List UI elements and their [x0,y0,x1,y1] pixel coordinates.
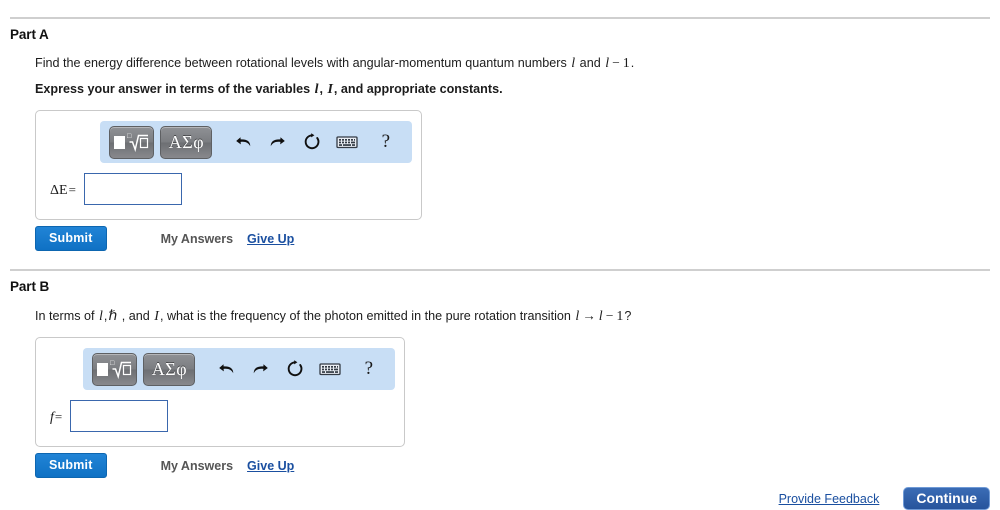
help-label: ? [381,131,391,152]
svg-text:□: □ [110,359,115,367]
part-a-give-up-link[interactable]: Give Up [247,232,294,246]
divider-top [10,17,990,19]
footer: Provide Feedback Continue [779,487,990,510]
continue-button[interactable]: Continue [903,487,990,510]
part-b-submit-button[interactable]: Submit [35,453,107,478]
reset-icon[interactable] [298,128,326,156]
placeholder-square-icon [114,135,126,149]
redo-arrow-glyph [271,136,286,146]
part-a-question-end: . [630,56,635,70]
part-b-one: 1 [616,309,624,324]
greek-letters-button[interactable]: ΑΣφ [160,125,213,159]
part-b-question-text: In terms of l,ℏ , and I, what is the fre… [35,308,631,325]
greek-letters-label: ΑΣφ [168,131,205,152]
part-a-answer-input[interactable] [83,173,182,205]
undo-icon[interactable] [229,128,257,156]
nth-root-glyph: □ [127,132,149,153]
math-template-icon[interactable]: □ [92,352,138,386]
part-a-heading: Part A [10,27,49,42]
part-a-delta-e: ΔE [50,183,68,198]
redo-icon[interactable] [264,128,292,156]
help-icon[interactable]: ? [355,355,383,383]
part-a-instruction-var-I: I [327,82,333,97]
part-b-answer-box: □ ΑΣφ ? f= [35,337,405,447]
part-b-question-pre: In terms of [35,309,98,323]
part-a-my-answers-link[interactable]: My Answers [161,232,233,246]
placeholder-square-icon [97,362,109,376]
part-a-minus: − [612,55,620,70]
part-a-question-pre: Find the energy difference between rotat… [35,56,571,70]
radical-icon: □ [114,131,149,153]
part-b-give-up-link[interactable]: Give Up [247,459,294,473]
part-b-heading: Part B [10,279,50,294]
keyboard-glyph [318,363,341,376]
part-b-arrow: → [582,308,596,323]
part-b-var-hbar: ℏ [108,309,118,324]
undo-icon[interactable] [212,355,240,383]
part-b-var-I: I [154,309,159,324]
math-template-icon[interactable]: □ [109,125,155,159]
part-a-instruction-end: , and appropriate constants. [333,82,503,96]
part-a-equals: = [68,182,76,197]
greek-letters-label: ΑΣφ [151,358,188,379]
part-a-submit-row: Submit My Answers Give Up [35,226,294,251]
part-b-math-toolbar: □ ΑΣφ ? [83,348,395,390]
keyboard-icon[interactable] [332,128,360,156]
undo-arrow-glyph [219,363,234,373]
part-b-variable-label: f= [49,406,62,426]
part-a-one: 1 [622,56,630,71]
part-a-question-text: Find the energy difference between rotat… [35,55,634,72]
part-b-submit-row: Submit My Answers Give Up [35,453,294,478]
part-b-field-row: f= [49,400,169,432]
part-b-minus: − [605,308,614,323]
part-a-question-mid: and [576,56,605,70]
part-b-my-answers-link[interactable]: My Answers [161,459,233,473]
reset-icon[interactable] [281,355,309,383]
help-icon[interactable]: ? [372,128,400,156]
reset-circular-arrow-glyph [287,360,303,377]
keyboard-icon[interactable] [315,355,343,383]
part-a-field-row: ΔE= [49,173,182,205]
divider-middle [10,269,990,271]
greek-letters-button[interactable]: ΑΣφ [143,352,196,386]
reset-circular-arrow-glyph [304,133,320,150]
nth-root-glyph: □ [110,359,132,380]
radical-icon: □ [97,358,132,380]
part-b-answer-input[interactable] [70,400,169,432]
part-b-question-mid: , and [118,309,154,323]
part-a-answer-box: □ ΑΣφ ? ΔE= [35,110,422,220]
part-a-submit-button[interactable]: Submit [35,226,107,251]
part-a-math-toolbar: □ ΑΣφ ? [100,121,412,163]
svg-text:□: □ [127,132,132,140]
undo-arrow-glyph [236,136,251,146]
part-b-var-l-3: l [598,309,603,324]
part-b-question-mid2: , what is the frequency of the photon em… [159,309,575,323]
help-label: ? [364,358,374,379]
redo-icon[interactable] [247,355,275,383]
part-b-equals: = [54,409,63,424]
part-a-instruction-pre: Express your answer in terms of the vari… [35,82,314,96]
part-a-instruction-text: Express your answer in terms of the vari… [35,82,503,98]
part-a-variable-label: ΔE= [49,179,76,199]
provide-feedback-link[interactable]: Provide Feedback [779,492,880,506]
problem-page: Part A Find the energy difference betwee… [0,0,1000,510]
keyboard-glyph [335,136,358,149]
redo-arrow-glyph [254,363,269,373]
part-b-question-end: ? [624,309,632,323]
